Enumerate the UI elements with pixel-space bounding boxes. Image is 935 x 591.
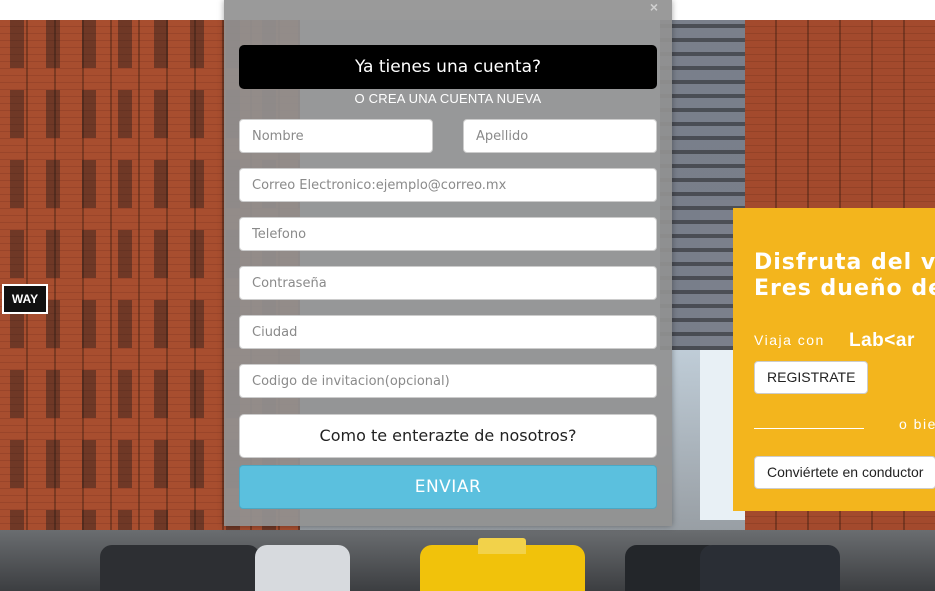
promo-title-line1: Disfruta del vi [754, 250, 935, 275]
travel-with-label: Viaja con [754, 332, 825, 348]
car [700, 545, 840, 591]
car [255, 545, 350, 591]
promo-title-line2: Eres dueño de [754, 276, 935, 301]
phone-input[interactable] [239, 217, 657, 251]
promo-panel: Disfruta del vi Eres dueño de Viaja con … [733, 208, 935, 511]
last-name-input[interactable] [463, 119, 657, 153]
car [100, 545, 260, 591]
close-icon[interactable]: × [650, 0, 658, 14]
divider [754, 428, 864, 429]
street [0, 530, 935, 591]
create-account-subtitle: O CREA UNA CUENTA NUEVA [354, 91, 542, 106]
submit-button[interactable]: ENVIAR [239, 465, 657, 509]
invite-code-input[interactable] [239, 364, 657, 398]
referral-source-select[interactable]: Como te enterazte de nosotros? [239, 414, 657, 458]
promo-title: Disfruta del vi Eres dueño de [754, 250, 935, 302]
email-input[interactable] [239, 168, 657, 202]
password-input[interactable] [239, 266, 657, 300]
login-button[interactable]: Ya tienes una cuenta? [239, 45, 657, 89]
brand-logo: Lab<ar [849, 330, 915, 351]
register-button[interactable]: REGISTRATE [754, 361, 869, 394]
or-label: o bie [899, 416, 935, 432]
one-way-sign: WAY [2, 284, 48, 314]
taxi-roof-sign [478, 538, 526, 554]
first-name-input[interactable] [239, 119, 433, 153]
signup-modal: × Ya tienes una cuenta? O CREA UNA CUENT… [224, 0, 672, 526]
city-input[interactable] [239, 315, 657, 349]
become-driver-button[interactable]: Conviértete en conductor [754, 456, 935, 489]
